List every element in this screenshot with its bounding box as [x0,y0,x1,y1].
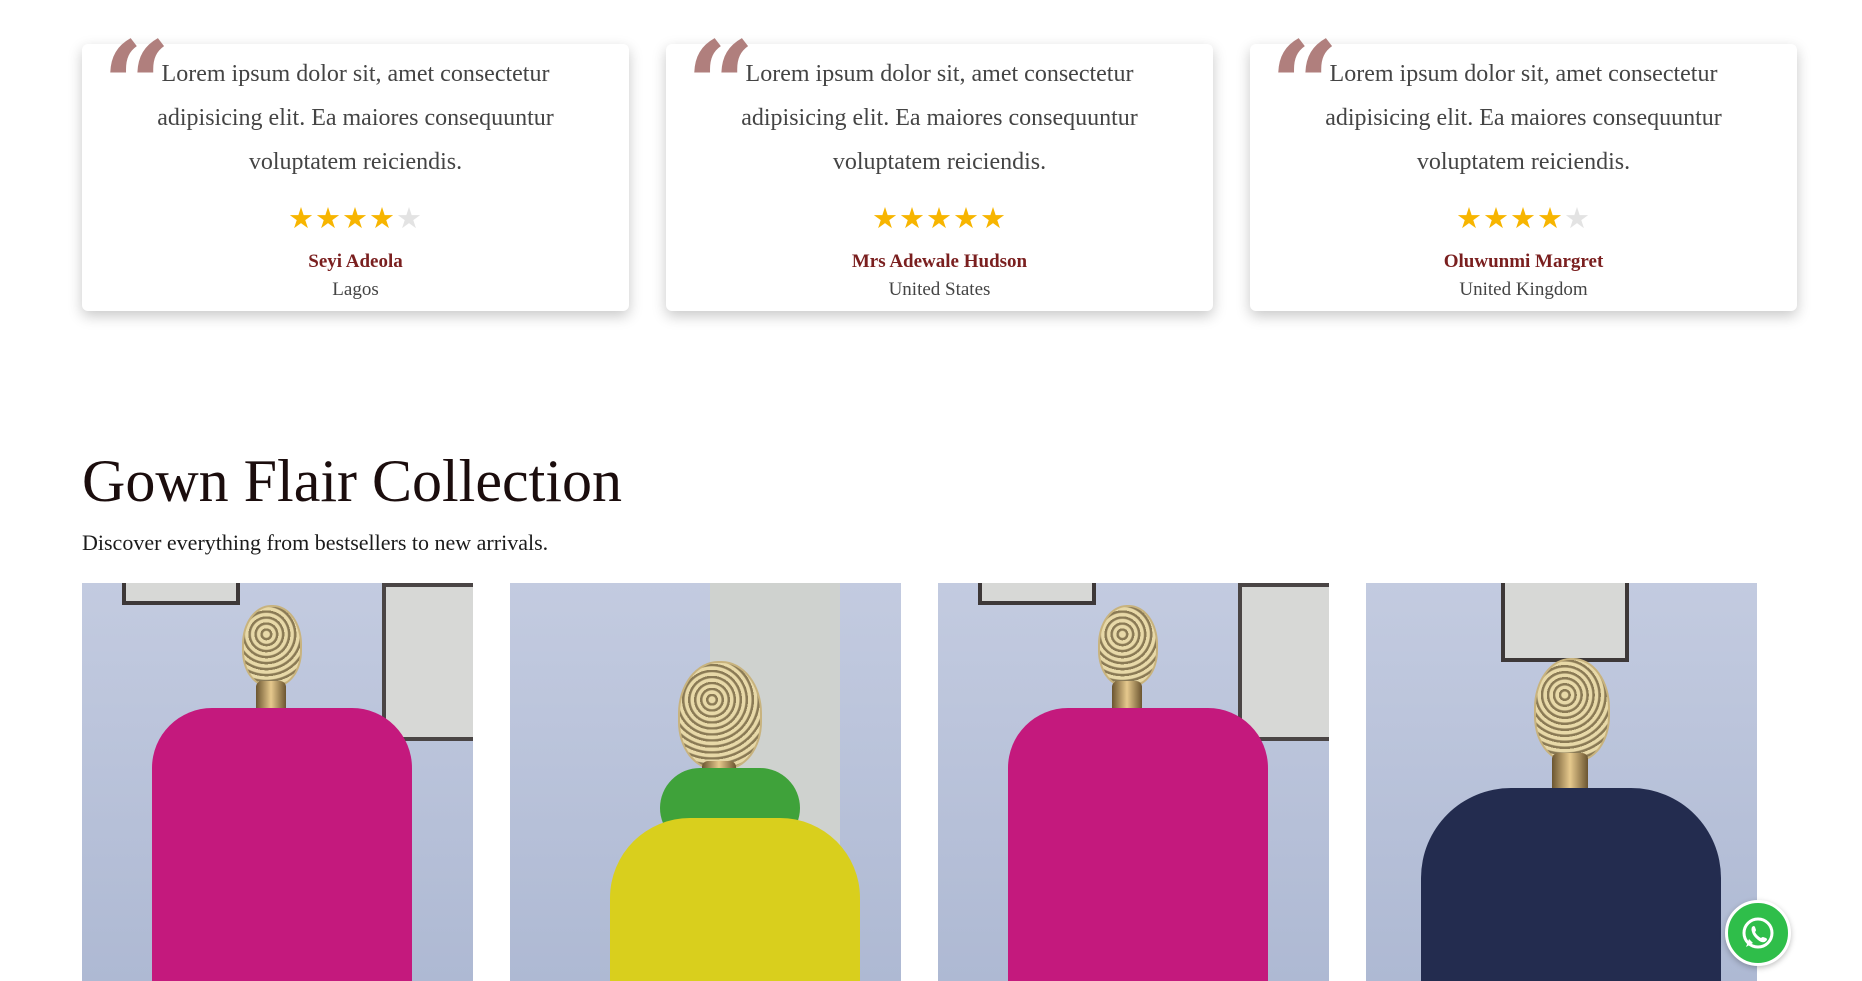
product-grid [82,583,1757,981]
testimonial-card: “ Lorem ipsum dolor sit, amet consectetu… [1250,26,1797,311]
star-icon: ★ [1564,201,1591,235]
star-icon: ★ [1483,201,1510,235]
star-icon: ★ [288,201,315,235]
testimonial-location: United Kingdom [1459,279,1588,300]
star-icon: ★ [396,201,423,235]
star-icon: ★ [926,201,953,235]
wall-frame [382,583,473,741]
product-card[interactable] [1366,583,1757,981]
gown [1421,788,1721,981]
star-icon: ★ [953,201,980,235]
collection-subtitle: Discover everything from bestsellers to … [82,530,549,555]
gown [610,818,860,981]
wall-frame [1238,583,1329,741]
star-icon: ★ [1510,201,1537,235]
star-icon: ★ [1456,201,1483,235]
collection-title: Gown Flair Collection [82,448,622,514]
star-icon: ★ [315,201,342,235]
star-icon: ★ [1537,201,1564,235]
testimonial-name: Mrs Adewale Hudson [851,251,1028,272]
testimonial-quote: Lorem ipsum dolor sit, amet consectetur … [741,61,1138,175]
wall-frame [122,583,240,605]
testimonial-name: Seyi Adeola [308,251,403,272]
mannequin-head [1098,605,1158,687]
mannequin-head [242,605,302,687]
wall-frame [978,583,1096,605]
rating-stars: ★★★★★ [1250,204,1797,234]
whatsapp-button[interactable] [1725,900,1791,966]
gown [1008,708,1268,981]
wall-frame [1501,583,1629,662]
mannequin-head [1534,658,1610,762]
mannequin-head [678,661,762,770]
testimonials-section: “ Lorem ipsum dolor sit, amet consectetu… [82,26,1797,311]
star-icon: ★ [980,201,1007,235]
product-card[interactable] [938,583,1329,981]
testimonial-name: Oluwunmi Margret [1443,251,1604,272]
testimonial-card: “ Lorem ipsum dolor sit, amet consectetu… [82,26,629,311]
rating-stars: ★★★★★ [82,204,629,234]
star-icon: ★ [872,201,899,235]
product-card[interactable] [510,583,901,981]
whatsapp-icon [1742,917,1774,949]
testimonial-location: Lagos [332,279,379,300]
product-card[interactable] [82,583,473,981]
star-icon: ★ [342,201,369,235]
testimonial-location: United States [888,279,991,300]
star-icon: ★ [369,201,396,235]
rating-stars: ★★★★★ [666,204,1213,234]
gown [152,708,412,981]
testimonial-quote: Lorem ipsum dolor sit, amet consectetur … [157,61,554,175]
testimonial-card: “ Lorem ipsum dolor sit, amet consectetu… [666,26,1213,311]
testimonial-quote: Lorem ipsum dolor sit, amet consectetur … [1325,61,1722,175]
star-icon: ★ [899,201,926,235]
